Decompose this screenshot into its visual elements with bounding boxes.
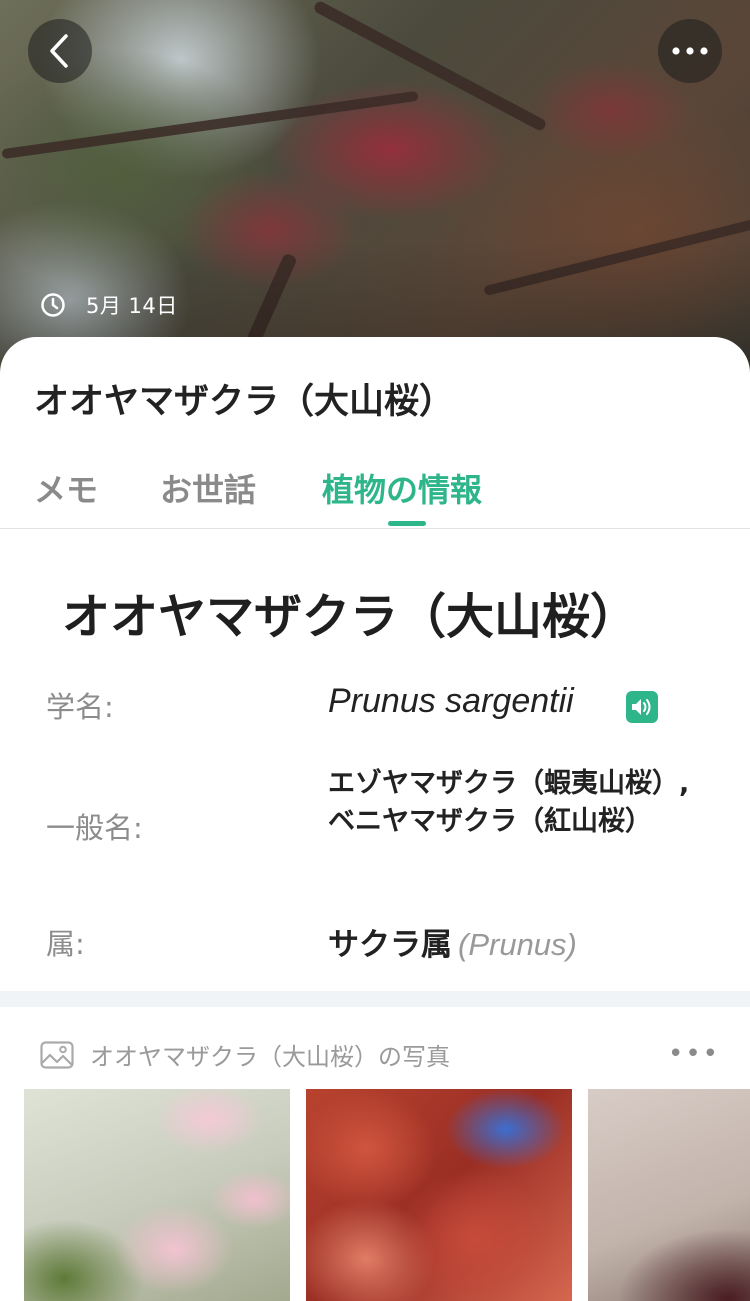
section-divider — [0, 991, 750, 1007]
genus-label: 属: — [46, 927, 85, 961]
scientific-name-value: Prunus sargentii — [328, 682, 574, 720]
photo-thumbnail[interactable] — [306, 1089, 572, 1301]
common-names-value: エゾヤマザクラ（蝦夷山桜）, ベニヤマザクラ（紅山桜） — [328, 768, 690, 837]
photo-gallery-icon — [40, 1040, 74, 1069]
genus-latin: (Prunus) — [458, 927, 577, 962]
branch-decoration — [312, 0, 548, 133]
pronunciation-button[interactable] — [626, 691, 658, 723]
photos-more-button[interactable]: ••• — [668, 1039, 720, 1069]
info-heading: オオヤマザクラ（大山桜） — [62, 589, 639, 645]
photo-thumbnail[interactable] — [588, 1089, 750, 1301]
chevron-left-icon — [50, 34, 68, 68]
photo-thumbnail[interactable] — [24, 1089, 290, 1301]
plant-title: オオヤマザクラ（大山桜） — [34, 382, 455, 422]
genus-value: サクラ属 (Prunus) — [328, 919, 577, 964]
date-text: 5月 14日 — [86, 294, 178, 318]
photos-section-title: オオヤマザクラ（大山桜）の写真 — [90, 1043, 450, 1071]
back-button[interactable] — [28, 19, 92, 83]
clock-icon — [41, 293, 65, 317]
tab-plant-info[interactable]: 植物の情報 — [322, 465, 482, 511]
tab-memo[interactable]: メモ — [34, 465, 98, 511]
plant-detail-sheet: オオヤマザクラ（大山桜） メモ お世話 植物の情報 オオヤマザクラ（大山桜） 学… — [0, 337, 750, 1301]
tab-bar: メモ お世話 植物の情報 — [0, 447, 750, 529]
tab-care[interactable]: お世話 — [160, 465, 256, 511]
branch-decoration — [1, 90, 419, 160]
more-options-button[interactable] — [658, 19, 722, 83]
photos-section-header: オオヤマザクラ（大山桜）の写真 — [40, 1037, 450, 1072]
common-name-label: 一般名: — [46, 811, 143, 845]
photo-date: 5月 14日 — [40, 290, 178, 320]
speaker-icon — [632, 699, 651, 715]
scientific-name-label: 学名: — [46, 690, 114, 724]
plant-hero-photo — [0, 0, 750, 380]
genus-name: サクラ属 — [328, 927, 452, 963]
active-tab-indicator — [388, 521, 426, 526]
more-horizontal-icon — [672, 47, 708, 55]
